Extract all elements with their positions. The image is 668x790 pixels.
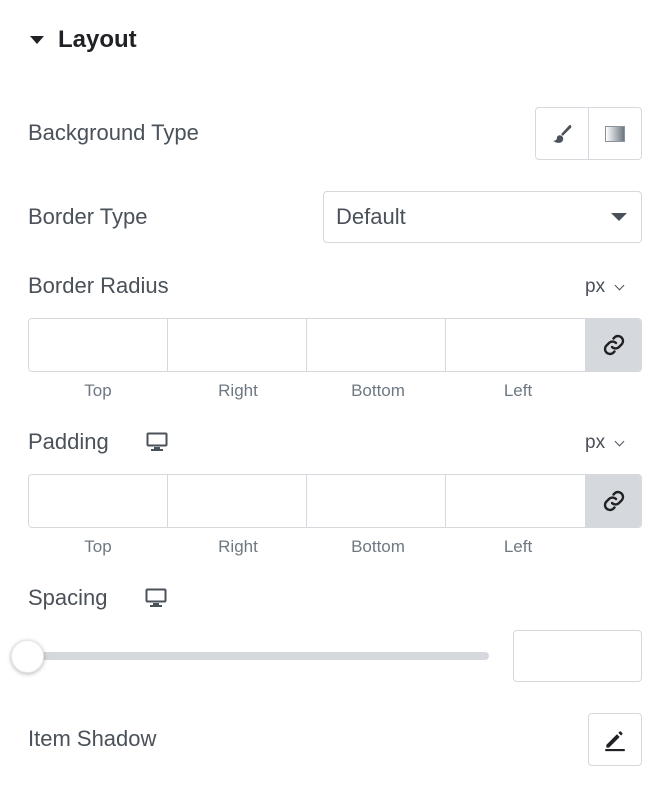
border-radius-unit-switcher[interactable]: px <box>585 276 625 298</box>
border-radius-left-input[interactable] <box>446 319 586 371</box>
padding-unit-switcher[interactable]: px <box>585 432 625 454</box>
field-label-left: Left <box>503 537 533 556</box>
section-title: Layout <box>58 26 137 53</box>
field-label-bottom: Bottom <box>351 537 405 556</box>
background-gradient-option[interactable] <box>588 108 641 159</box>
border-type-value: Default <box>336 204 406 229</box>
border-radius-label: Border Radius <box>28 273 169 298</box>
section-header-layout[interactable]: Layout <box>30 26 137 54</box>
item-shadow-edit-button[interactable] <box>588 713 642 766</box>
unit-label: px <box>585 276 606 297</box>
desktop-icon[interactable] <box>145 588 167 608</box>
chevron-down-icon <box>614 280 625 290</box>
link-icon <box>603 490 624 512</box>
item-shadow-label: Item Shadow <box>28 726 157 751</box>
paint-brush-icon <box>553 124 572 143</box>
border-radius-bottom-input[interactable] <box>307 319 446 371</box>
border-type-label: Border Type <box>28 204 148 229</box>
chevron-down-icon <box>614 436 625 446</box>
padding-top-input[interactable] <box>29 475 168 527</box>
padding-link-button[interactable] <box>586 475 641 527</box>
border-radius-field-labels: Top Right Bottom Left <box>28 381 588 401</box>
field-label-right: Right <box>218 381 258 400</box>
caret-down-icon <box>30 36 44 44</box>
desktop-icon[interactable] <box>146 432 168 452</box>
spacing-value-input[interactable] <box>513 630 642 682</box>
field-label-top: Top <box>84 381 112 400</box>
field-label-right: Right <box>218 537 258 556</box>
padding-bottom-input[interactable] <box>307 475 446 527</box>
unit-label: px <box>585 432 606 453</box>
border-type-select[interactable]: Default <box>323 191 642 243</box>
background-classic-option[interactable] <box>536 108 588 159</box>
field-label-bottom: Bottom <box>351 381 405 400</box>
field-label-left: Left <box>503 381 533 400</box>
padding-field-labels: Top Right Bottom Left <box>28 537 588 557</box>
background-type-toggle <box>535 107 642 160</box>
padding-right-input[interactable] <box>168 475 307 527</box>
caret-down-icon <box>611 213 627 221</box>
spacing-slider-track[interactable] <box>28 652 489 660</box>
background-type-label: Background Type <box>28 120 199 145</box>
border-radius-right-input[interactable] <box>168 319 307 371</box>
link-icon <box>603 334 624 356</box>
gradient-icon <box>605 125 625 142</box>
padding-label: Padding <box>28 429 109 454</box>
spacing-slider-handle[interactable] <box>11 640 44 673</box>
padding-left-input[interactable] <box>446 475 586 527</box>
spacing-label: Spacing <box>28 585 108 610</box>
pencil-icon <box>605 730 625 751</box>
border-radius-top-input[interactable] <box>29 319 168 371</box>
field-label-top: Top <box>84 537 112 556</box>
border-radius-dimensions <box>28 318 642 372</box>
padding-dimensions <box>28 474 642 528</box>
border-radius-link-button[interactable] <box>586 319 641 371</box>
